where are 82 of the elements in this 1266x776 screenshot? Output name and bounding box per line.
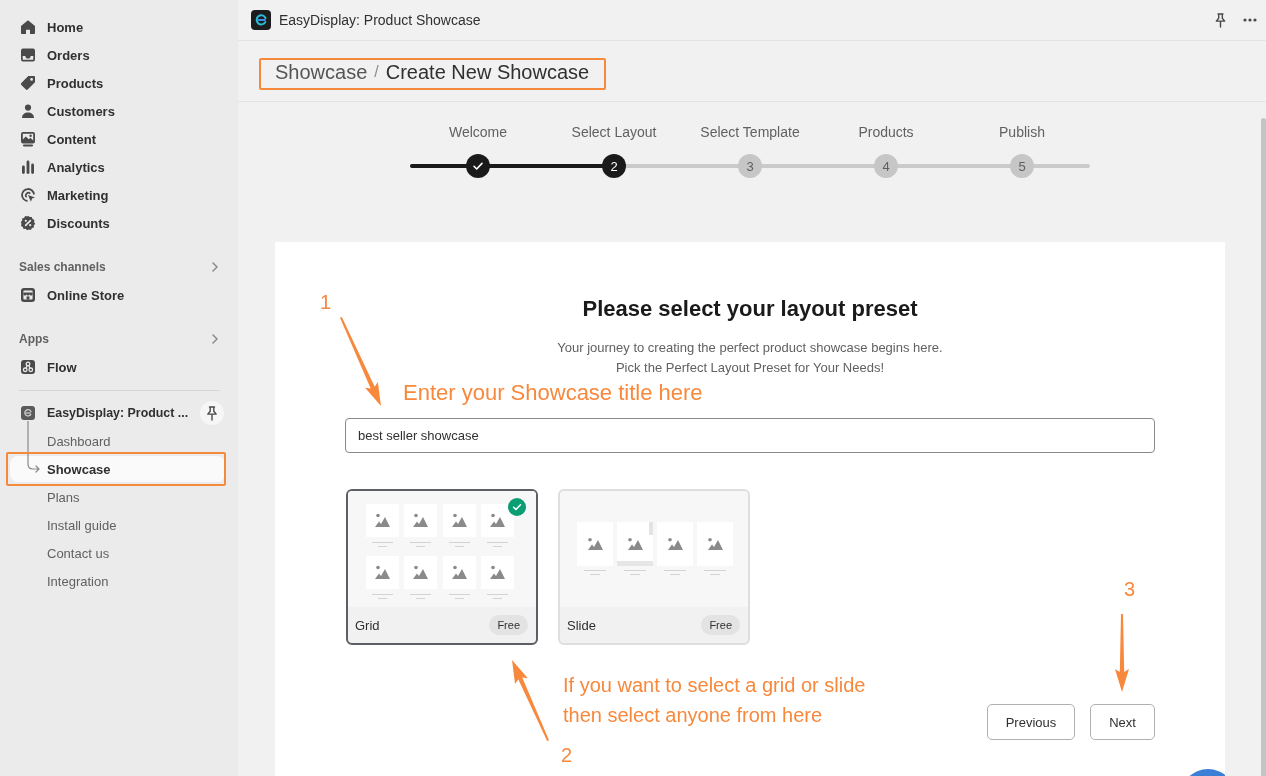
product-placeholder-icon <box>404 556 438 600</box>
subtitle-text: Pick the Perfect Layout Preset for Your Needs! <box>614 359 886 377</box>
layout-name: Slide <box>567 617 596 633</box>
step-label: Select Template <box>700 123 800 142</box>
sidebar-subitem[interactable]: Integration <box>10 568 225 594</box>
image-icon <box>20 131 36 147</box>
product-placeholder-icon <box>480 504 514 548</box>
product-placeholder-icon <box>366 504 399 548</box>
layout-name: Grid <box>355 617 380 633</box>
product-placeholder-icon <box>404 504 438 548</box>
page-title: Create New Showcase <box>385 60 590 85</box>
step-number: 4 <box>874 154 898 178</box>
annotation-number: 3 <box>1124 577 1136 601</box>
inbox-icon <box>20 47 36 63</box>
breadcrumb-separator: / <box>374 62 379 82</box>
flow-icon <box>20 359 36 375</box>
sidebar-item[interactable]: Customers <box>10 97 225 125</box>
app-title: EasyDisplay: Product Showcase <box>279 12 481 28</box>
app-logo-icon <box>251 10 271 30</box>
subtitle-text: Your journey to creating the perfect product showcase begins here. <box>556 339 944 357</box>
sidebar-subitem[interactable]: Install guide <box>10 512 225 538</box>
product-placeholder-icon <box>577 522 613 576</box>
more-icon[interactable] <box>1243 18 1257 22</box>
step-label: Welcome <box>448 123 508 142</box>
sidebar-subitem[interactable]: Dashboard <box>10 428 225 454</box>
card-title: Please select your layout preset <box>581 295 919 323</box>
sidebar-item[interactable]: Content <box>10 125 225 153</box>
discount-icon <box>20 215 36 231</box>
plan-badge: Free <box>701 615 740 635</box>
product-placeholder-icon <box>480 556 514 600</box>
step-number: 2 <box>602 154 626 178</box>
pin-icon <box>206 405 218 421</box>
step-label: Products <box>858 123 914 142</box>
sidebar-subitem[interactable]: Contact us <box>10 540 225 566</box>
target-icon <box>20 187 36 203</box>
product-placeholder-icon <box>697 522 733 576</box>
sidebar-subitem[interactable]: Showcase <box>10 456 225 482</box>
layout-option[interactable]: Grid Free <box>346 489 538 645</box>
title-input[interactable]: best seller showcase <box>345 418 1155 453</box>
previous-button[interactable]: Previous <box>987 704 1075 740</box>
chevron-right-icon[interactable] <box>212 262 218 272</box>
sidebar-item[interactable]: Home <box>10 13 225 41</box>
check-icon <box>508 498 526 516</box>
next-button[interactable]: Next <box>1090 704 1155 740</box>
home-icon <box>20 19 36 35</box>
step-number: 5 <box>1010 154 1034 178</box>
sidebar-item[interactable]: Flow <box>10 353 225 381</box>
sidebar-item[interactable]: Products <box>10 69 225 97</box>
product-placeholder-icon <box>366 556 399 600</box>
sidebar-item[interactable]: Online Store <box>10 281 225 309</box>
store-icon <box>20 287 36 303</box>
sidebar-item[interactable]: Analytics <box>10 153 225 181</box>
sidebar-item[interactable]: Orders <box>10 41 225 69</box>
product-placeholder-icon <box>657 522 693 576</box>
section-heading: Sales channels <box>19 260 106 274</box>
tag-icon <box>20 75 36 91</box>
person-icon <box>20 103 36 119</box>
section-heading: Apps <box>19 332 49 346</box>
pin-icon[interactable] <box>1215 12 1226 28</box>
annotation-text: If you want to select a grid or slide then select anyone from here <box>563 673 867 728</box>
product-placeholder-icon <box>617 522 653 576</box>
plan-badge: Free <box>489 615 528 635</box>
annotation-text: Enter your Showcase title here <box>403 380 703 406</box>
annotation-number: 2 <box>561 743 573 767</box>
sidebar-item[interactable]: Discounts <box>10 209 225 237</box>
pin-button[interactable] <box>200 401 224 425</box>
step-label: Publish <box>999 123 1045 142</box>
step-number: 3 <box>738 154 762 178</box>
chevron-right-icon[interactable] <box>212 334 218 344</box>
breadcrumb-link[interactable]: Showcase <box>275 59 368 85</box>
app-logo-icon <box>20 405 36 421</box>
sidebar-item[interactable]: Marketing <box>10 181 225 209</box>
annotation-number: 1 <box>320 290 332 314</box>
app-link[interactable]: EasyDisplay: Product ... <box>47 406 189 420</box>
step-label: Select Layout <box>571 123 657 142</box>
scrollbar-thumb[interactable] <box>1261 118 1266 776</box>
bar-chart-icon <box>20 159 36 175</box>
product-placeholder-icon <box>442 504 476 548</box>
layout-option[interactable]: Slide Free <box>558 489 750 645</box>
product-placeholder-icon <box>442 556 476 600</box>
sidebar-subitem[interactable]: Plans <box>10 484 225 510</box>
tree-connector <box>27 421 41 473</box>
